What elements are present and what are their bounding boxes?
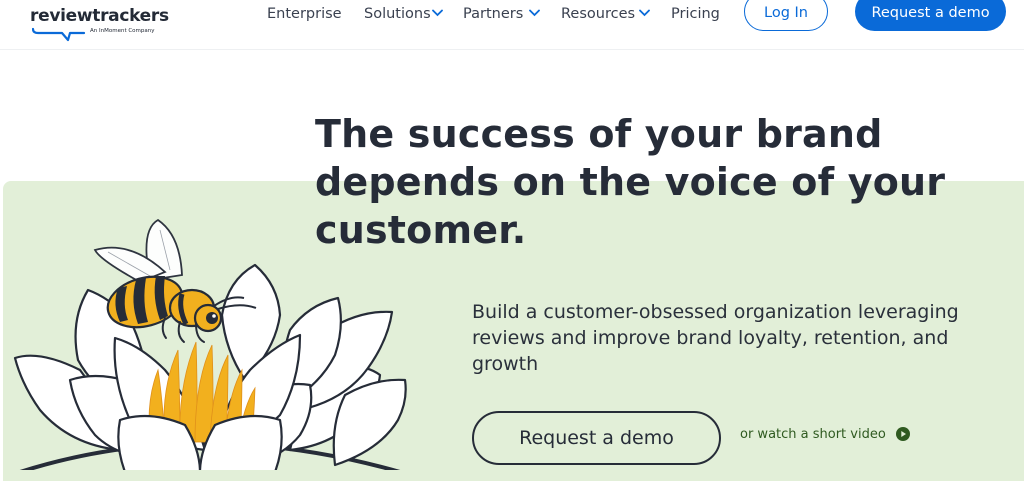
hero-subheadline: Build a customer-obsessed organization l… bbox=[472, 301, 959, 375]
site-header: reviewtrackers An InMoment Company Enter… bbox=[0, 0, 1024, 50]
request-demo-button[interactable]: Request a demo bbox=[855, 0, 1006, 31]
nav-item-label: Enterprise bbox=[267, 6, 342, 22]
nav-item-partners[interactable]: Partners bbox=[463, 6, 540, 24]
play-circle-icon bbox=[895, 427, 910, 441]
logo[interactable]: reviewtrackers An InMoment Company bbox=[30, 6, 170, 42]
logo-wordmark: reviewtrackers bbox=[30, 6, 169, 26]
nav-item-solutions[interactable]: Solutions bbox=[364, 6, 443, 24]
chevron-down-icon bbox=[432, 9, 443, 17]
login-button[interactable]: Log In bbox=[744, 0, 828, 31]
speech-bubble-icon bbox=[32, 27, 86, 42]
nav-item-label: Pricing bbox=[671, 6, 720, 22]
hero-request-demo-button[interactable]: Request a demo bbox=[472, 411, 721, 465]
nav-item-label: Partners bbox=[463, 6, 524, 22]
watch-video-link[interactable]: or watch a short video bbox=[740, 427, 910, 445]
logo-tagline: An InMoment Company bbox=[90, 28, 155, 34]
nav-item-enterprise[interactable]: Enterprise bbox=[267, 6, 342, 24]
stamen bbox=[194, 344, 214, 443]
chevron-down-icon bbox=[639, 9, 650, 17]
chevron-down-icon bbox=[529, 9, 540, 17]
hero-headline: The success of your brand depends on the… bbox=[315, 112, 946, 252]
bee-leg bbox=[161, 317, 167, 339]
nav-item-pricing[interactable]: Pricing bbox=[671, 6, 720, 24]
nav-item-resources[interactable]: Resources bbox=[561, 6, 650, 24]
nav-item-label: Resources bbox=[561, 6, 636, 22]
nav-item-label: Solutions bbox=[364, 6, 431, 22]
watch-video-label: or watch a short video bbox=[740, 427, 886, 442]
